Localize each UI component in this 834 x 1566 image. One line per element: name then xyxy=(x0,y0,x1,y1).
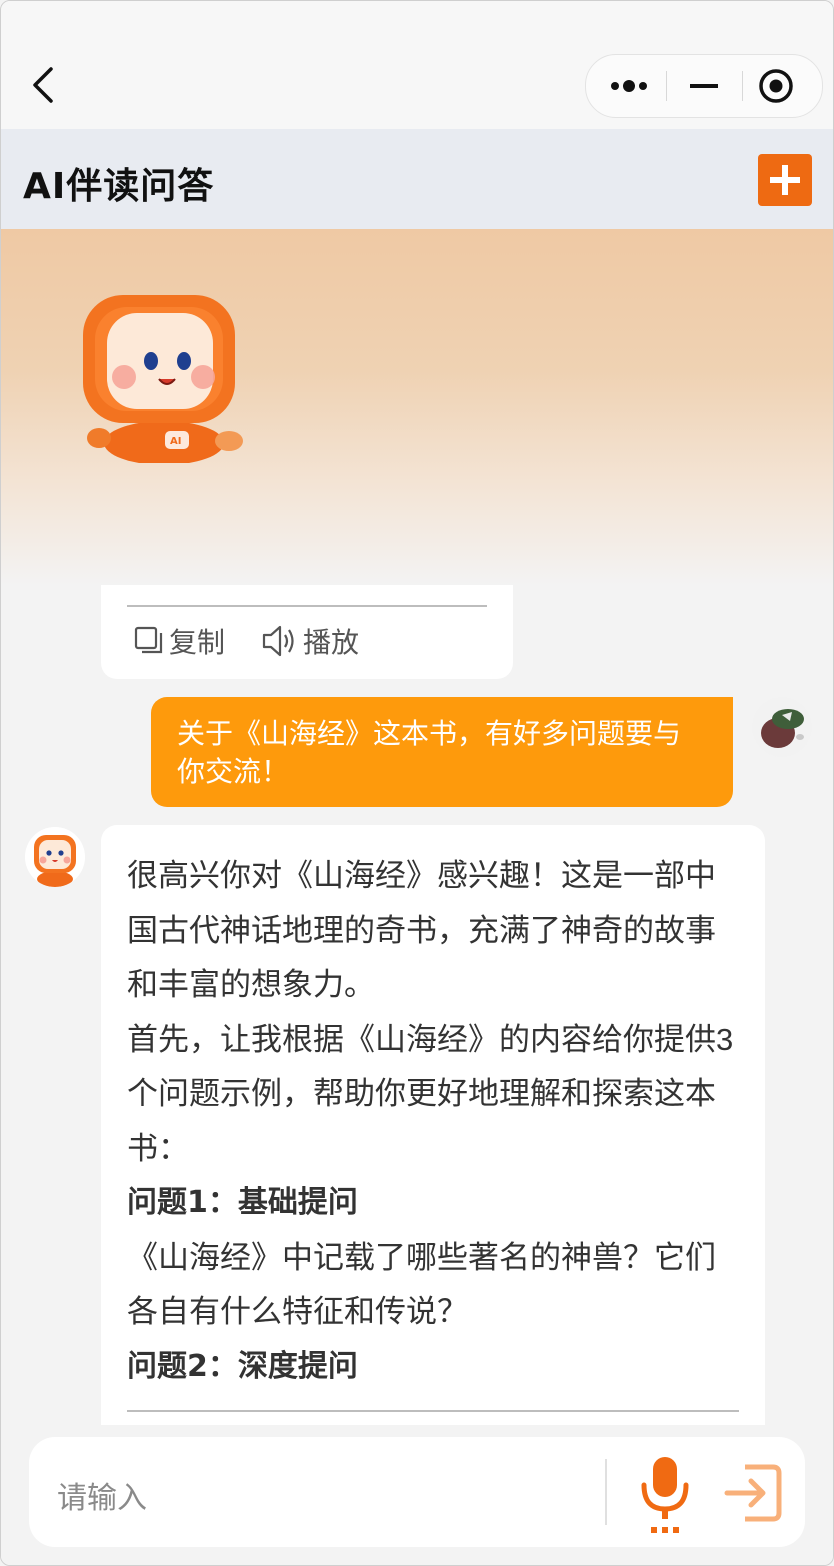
page-header: AI伴读问答 xyxy=(1,129,833,229)
more-icon xyxy=(611,80,647,92)
user-message-bubble: 关于《山海经》这本书，有好多问题要与你交流！ xyxy=(151,697,733,807)
plus-icon xyxy=(770,165,800,195)
top-nav xyxy=(1,1,833,129)
copy-label: 复制 xyxy=(169,627,226,658)
microphone-icon xyxy=(641,1457,689,1533)
back-icon xyxy=(33,67,53,103)
speaker-icon xyxy=(262,625,294,657)
capsule-divider xyxy=(742,71,743,101)
more-button[interactable] xyxy=(608,71,654,101)
hero-banner: AI xyxy=(1,229,833,585)
ai-avatar xyxy=(25,827,85,887)
send-button[interactable] xyxy=(721,1461,785,1525)
back-button[interactable] xyxy=(27,63,67,107)
app-frame: AI伴读问答 AI 复制 播放 关于《山海经》这本书，有好多问题要与你交流！ 很… xyxy=(0,0,834,1566)
ai-mascot-illustration: AI xyxy=(83,295,243,463)
svg-text:AI: AI xyxy=(170,436,181,447)
play-label: 播放 xyxy=(303,627,360,658)
copy-button[interactable]: 复制 xyxy=(133,623,225,659)
input-container: 请输入 xyxy=(29,1437,805,1547)
close-miniprogram-button[interactable] xyxy=(758,68,794,104)
ai-message-bubble: 很高兴你对《山海经》感兴趣！这是一部中国古代神话地理的奇书，充满了神奇的故事和丰… xyxy=(101,825,765,1437)
play-button[interactable]: 播放 xyxy=(261,623,359,659)
voice-input-button[interactable] xyxy=(635,1451,695,1537)
divider xyxy=(127,605,487,607)
minimize-button[interactable] xyxy=(686,71,722,101)
user-avatar[interactable] xyxy=(752,697,812,757)
user-avatar-image xyxy=(752,697,812,757)
ai-paragraph: 《山海经》中记载了哪些著名的神兽？它们各自有什么特征和传说？ xyxy=(127,1239,716,1330)
ai-paragraph: 很高兴你对《山海经》感兴趣！这是一部中国古代神话地理的奇书，充满了神奇的故事和丰… xyxy=(127,858,716,1002)
new-chat-button[interactable] xyxy=(758,154,812,206)
send-icon xyxy=(724,1464,782,1522)
copy-icon xyxy=(134,626,163,654)
ai-question-heading: 问题1：基础提问 xyxy=(127,1185,358,1220)
minimize-icon xyxy=(690,84,718,88)
input-divider xyxy=(605,1459,607,1525)
divider xyxy=(127,1410,739,1412)
target-icon xyxy=(759,69,793,103)
page-title: AI伴读问答 xyxy=(23,166,215,207)
ai-mascot-avatar xyxy=(25,827,85,887)
ai-paragraph: 首先，让我根据《山海经》的内容给你提供3个问题示例，帮助你更好地理解和探索这本书… xyxy=(127,1021,734,1166)
input-bar: 请输入 xyxy=(1,1425,833,1565)
ai-question-heading: 问题2：深度提问 xyxy=(127,1348,358,1384)
miniprogram-capsule xyxy=(585,54,823,118)
message-input[interactable]: 请输入 xyxy=(57,1473,147,1517)
previous-ai-message-actions: 复制 播放 xyxy=(101,585,513,679)
capsule-divider xyxy=(666,71,667,101)
